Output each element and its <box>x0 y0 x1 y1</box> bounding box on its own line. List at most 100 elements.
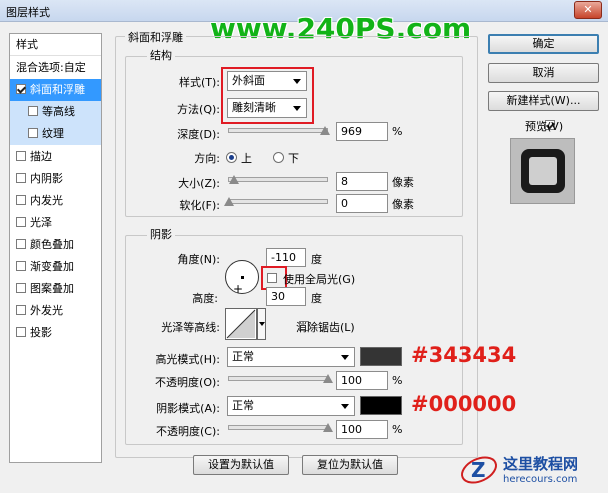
sidebar-item-bevel[interactable]: 斜面和浮雕 <box>10 79 101 101</box>
style-list: 样式 混合选项:自定 斜面和浮雕 等高线 纹理 描边 内阴影 内发光 光泽 颜色… <box>9 33 102 463</box>
soften-input[interactable]: 0 <box>336 194 388 213</box>
shadow-color-annotation: #000000 <box>411 392 517 416</box>
angle-unit: 度 <box>311 253 322 266</box>
close-button[interactable]: ✕ <box>574 1 602 19</box>
preview-shape-inner <box>529 157 557 185</box>
structure-title: 结构 <box>147 47 175 63</box>
color-overlay-checkbox[interactable] <box>16 239 26 249</box>
gradient-overlay-checkbox[interactable] <box>16 261 26 271</box>
chevron-down-icon <box>259 322 265 326</box>
size-label: 大小(Z): <box>178 177 220 190</box>
sidebar-item-label: 光泽 <box>30 216 52 229</box>
sidebar-item-color-overlay[interactable]: 颜色叠加 <box>10 234 101 256</box>
sidebar-item-gradient-overlay[interactable]: 渐变叠加 <box>10 256 101 278</box>
size-slider-track[interactable] <box>228 177 328 182</box>
texture-checkbox[interactable] <box>28 128 38 138</box>
sidebar-item-inner-shadow[interactable]: 内阴影 <box>10 168 101 190</box>
size-unit: 像素 <box>392 176 414 189</box>
direction-up-label: 上 <box>241 152 252 165</box>
direction-up-radio[interactable] <box>226 152 237 163</box>
blend-options-item[interactable]: 混合选项:自定 <box>10 57 101 79</box>
cancel-button[interactable]: 取消 <box>488 63 599 83</box>
sidebar-item-label: 内发光 <box>30 194 63 207</box>
sidebar-item-label: 内阴影 <box>30 172 63 185</box>
technique-label: 方法(Q): <box>177 103 220 116</box>
chevron-down-icon <box>341 355 349 360</box>
sidebar-item-pattern-overlay[interactable]: 图案叠加 <box>10 278 101 300</box>
satin-checkbox[interactable] <box>16 217 26 227</box>
highlight-mode-value: 正常 <box>232 350 254 363</box>
shadow-opacity-input[interactable]: 100 <box>336 420 388 439</box>
sidebar-item-drop-shadow[interactable]: 投影 <box>10 322 101 344</box>
logo-name: 这里教程网 <box>503 455 579 473</box>
direction-down-radio[interactable] <box>273 152 284 163</box>
new-style-button[interactable]: 新建样式(W)... <box>488 91 599 111</box>
size-input[interactable]: 8 <box>336 172 388 191</box>
angle-label: 角度(N): <box>177 253 220 266</box>
shadow-color-swatch[interactable] <box>360 396 402 415</box>
sidebar-item-label: 等高线 <box>42 105 75 118</box>
drop-shadow-checkbox[interactable] <box>16 327 26 337</box>
depth-input[interactable]: 969 <box>336 122 388 141</box>
svg-text:Z: Z <box>471 458 486 482</box>
sidebar-item-inner-glow[interactable]: 内发光 <box>10 190 101 212</box>
site-logo-icon: Z <box>459 450 499 490</box>
antialias-label: 消除锯齿(L) <box>296 321 355 334</box>
outer-glow-checkbox[interactable] <box>16 305 26 315</box>
highlight-opacity-slider-thumb[interactable] <box>323 374 333 383</box>
pattern-overlay-checkbox[interactable] <box>16 283 26 293</box>
shadow-opacity-slider-track[interactable] <box>228 425 328 430</box>
logo-url: herecours.com <box>503 474 578 485</box>
sidebar-item-texture[interactable]: 纹理 <box>10 123 101 145</box>
depth-unit: % <box>392 125 403 138</box>
gloss-contour-preview[interactable] <box>225 308 257 340</box>
shadow-mode-select[interactable]: 正常 <box>227 396 355 416</box>
sidebar-item-label: 外发光 <box>30 304 63 317</box>
angle-input[interactable]: -110 <box>266 248 306 267</box>
depth-label: 深度(D): <box>177 128 220 141</box>
inner-glow-checkbox[interactable] <box>16 195 26 205</box>
global-light-label: 使用全局光(G) <box>283 273 356 286</box>
sidebar-item-contour[interactable]: 等高线 <box>10 101 101 123</box>
soften-slider-track[interactable] <box>228 199 328 204</box>
sidebar-item-label: 图案叠加 <box>30 282 74 295</box>
highlight-opacity-input[interactable]: 100 <box>336 371 388 390</box>
altitude-unit: 度 <box>311 292 322 305</box>
ok-button[interactable]: 确定 <box>488 34 599 54</box>
highlight-opacity-slider-track[interactable] <box>228 376 328 381</box>
depth-slider-track[interactable] <box>228 128 328 133</box>
bevel-checkbox[interactable] <box>16 84 26 94</box>
shadow-opacity-slider-thumb[interactable] <box>323 423 333 432</box>
depth-slider-thumb[interactable] <box>320 126 330 135</box>
direction-down-label: 下 <box>288 152 299 165</box>
soften-slider-thumb[interactable] <box>224 197 234 206</box>
style-list-header[interactable]: 样式 <box>10 34 101 56</box>
highlight-color-annotation: #343434 <box>411 343 517 367</box>
shadow-mode-value: 正常 <box>232 399 254 412</box>
bevel-emboss-title: 斜面和浮雕 <box>125 29 186 45</box>
soften-label: 软化(F): <box>179 199 220 212</box>
shadow-opacity-label: 不透明度(C): <box>156 425 220 438</box>
sidebar-item-label: 纹理 <box>42 127 64 140</box>
reset-default-button[interactable]: 复位为默认值 <box>302 455 398 475</box>
size-slider-thumb[interactable] <box>229 175 239 184</box>
style-preview-thumbnail <box>510 138 575 204</box>
highlight-mode-select[interactable]: 正常 <box>227 347 355 367</box>
sidebar-item-label: 投影 <box>30 326 52 339</box>
inner-shadow-checkbox[interactable] <box>16 173 26 183</box>
highlight-box <box>221 67 314 124</box>
contour-checkbox[interactable] <box>28 106 38 116</box>
make-default-button[interactable]: 设置为默认值 <box>193 455 289 475</box>
highlight-color-swatch[interactable] <box>360 347 402 366</box>
altitude-input[interactable]: 30 <box>266 287 306 306</box>
shadow-mode-label: 阴影模式(A): <box>156 402 220 415</box>
preview-label: 预览(V) <box>525 120 564 133</box>
soften-unit: 像素 <box>392 198 414 211</box>
angle-dial-center <box>241 276 244 279</box>
stroke-checkbox[interactable] <box>16 151 26 161</box>
sidebar-item-outer-glow[interactable]: 外发光 <box>10 300 101 322</box>
sidebar-item-stroke[interactable]: 描边 <box>10 146 101 168</box>
gloss-contour-dropdown[interactable] <box>257 308 266 340</box>
style-label: 样式(T): <box>178 76 220 89</box>
sidebar-item-satin[interactable]: 光泽 <box>10 212 101 234</box>
